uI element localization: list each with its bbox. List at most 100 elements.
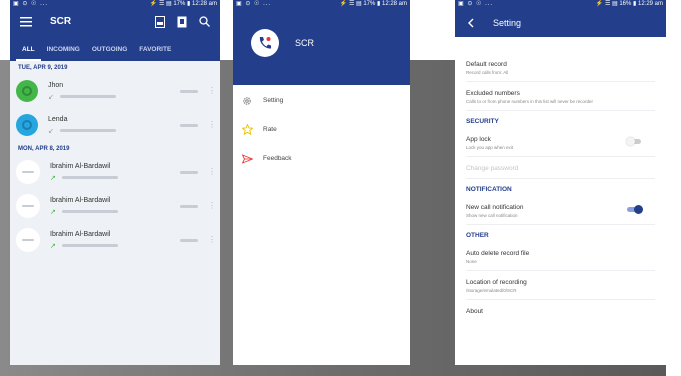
call-details-redacted: [61, 244, 118, 247]
outgoing-call-icon: ↗: [50, 208, 56, 216]
more-options-icon[interactable]: ⋮: [208, 202, 216, 210]
setting-title: Excluded numbers: [466, 90, 520, 97]
outgoing-call-icon: ↗: [50, 174, 56, 182]
setting-title: Auto delete record file: [466, 250, 530, 257]
tab-all[interactable]: ALL: [16, 46, 41, 61]
status-bar: ▣ ⊙ ☉ ... ⚡ ☰ ▤ 17% ▮ 12:28 am: [233, 0, 410, 8]
menu-item-label: Setting: [263, 97, 284, 104]
call-row[interactable]: Lenda ↙ ⋮: [10, 108, 220, 142]
avatar: [16, 114, 38, 136]
section-header-security: SECURITY: [466, 118, 499, 125]
call-duration-redacted: [180, 89, 198, 93]
contact-name: Lenda: [48, 115, 68, 123]
more-options-icon[interactable]: ⋮: [208, 87, 216, 95]
menu-item-feedback[interactable]: Feedback: [233, 144, 410, 173]
send-icon: [241, 153, 253, 164]
menu-item-label: Rate: [263, 126, 277, 133]
app-logo-icon: [251, 28, 279, 57]
gear-icon: [241, 96, 253, 106]
incoming-call-icon: ↙: [48, 93, 54, 101]
status-icons-right: ⚡ ☰ ▤ 16% ▮ 12:29 am: [595, 1, 663, 7]
call-row[interactable]: Ibrahim Al-Bardawil ↗ ⋮: [10, 155, 220, 189]
date-header: TUE, APR 9, 2019: [18, 65, 68, 71]
call-row[interactable]: Ibrahim Al-Bardawil ↗ ⋮: [10, 223, 220, 257]
call-details-redacted: [61, 176, 118, 179]
drawer-title: SCR: [295, 37, 315, 48]
menu-item-rate[interactable]: Rate: [233, 115, 410, 144]
sd-card-icon[interactable]: [174, 14, 190, 30]
status-icons-left: ▣ ⊙ ☉ ...: [13, 1, 49, 7]
setting-app-lock[interactable]: App lock Lock you app when exit: [466, 128, 655, 157]
call-details-redacted: [61, 210, 118, 213]
setting-change-password: Change password: [466, 157, 655, 179]
status-icons-right: ⚡ ☰ ▤ 17% ▮ 12:28 am: [149, 1, 217, 7]
back-arrow-icon[interactable]: [463, 15, 479, 31]
search-icon[interactable]: [196, 14, 212, 30]
tab-outgoing[interactable]: OUTGOING: [86, 46, 133, 61]
status-icons-left: ▣ ⊙ ☉ ...: [236, 1, 272, 7]
call-duration-redacted: [180, 204, 198, 208]
call-details-redacted: [59, 129, 116, 132]
call-row[interactable]: Jhon ↙ ⋮: [10, 74, 220, 108]
settings-screen: ▣ ⊙ ☉ ... ⚡ ☰ ▤ 16% ▮ 12:29 am Setting D…: [455, 0, 666, 365]
menu-icon[interactable]: [18, 14, 34, 30]
page-title: Setting: [493, 17, 522, 28]
call-details-redacted: [59, 95, 116, 98]
setting-title: About: [466, 308, 483, 315]
setting-subtitle: Calls to or from phone numbers in this l…: [466, 99, 594, 104]
app-bar: ▣ ⊙ ☉ ... ⚡ ☰ ▤ 17% ▮ 12:28 am SCR ALL I…: [10, 0, 220, 61]
status-icons-right: ⚡ ☰ ▤ 17% ▮ 12:28 am: [339, 1, 407, 7]
status-bar: ▣ ⊙ ☉ ... ⚡ ☰ ▤ 16% ▮ 12:29 am: [455, 0, 666, 8]
filter-tabs: ALL INCOMING OUTGOING FAVORITE: [10, 35, 220, 61]
call-duration-redacted: [180, 123, 198, 127]
tab-incoming[interactable]: INCOMING: [41, 46, 86, 61]
setting-location-of-recording[interactable]: Location of recording /storage/emulated/…: [466, 271, 655, 300]
star-icon: [241, 124, 253, 135]
document-icon[interactable]: [152, 14, 168, 30]
setting-subtitle: Lock you app when exit: [466, 145, 514, 150]
menu-item-setting[interactable]: Setting: [233, 86, 410, 115]
call-duration-redacted: [180, 238, 198, 242]
outgoing-call-icon: ↗: [50, 242, 56, 250]
menu-item-label: Feedback: [263, 155, 292, 162]
setting-subtitle: /storage/emulated/0/SCR: [466, 288, 517, 293]
more-options-icon[interactable]: ⋮: [208, 236, 216, 244]
setting-subtitle: None: [466, 259, 477, 264]
app-bar: ▣ ⊙ ☉ ... ⚡ ☰ ▤ 16% ▮ 12:29 am Setting: [455, 0, 666, 37]
setting-title: Default record: [466, 61, 507, 68]
avatar: [16, 228, 40, 252]
setting-auto-delete[interactable]: Auto delete record file None: [466, 242, 655, 271]
app-lock-toggle[interactable]: [626, 137, 641, 146]
section-header-notification: NOTIFICATION: [466, 186, 512, 193]
setting-new-call-notification[interactable]: New call notification Show new call noti…: [466, 196, 655, 225]
status-bar: ▣ ⊙ ☉ ... ⚡ ☰ ▤ 17% ▮ 12:28 am: [10, 0, 220, 8]
drawer-screen: ▣ ⊙ ☉ ... ⚡ ☰ ▤ 17% ▮ 12:28 am SCR Setti…: [233, 0, 410, 365]
setting-title: Location of recording: [466, 279, 527, 286]
call-row[interactable]: Ibrahim Al-Bardawil ↗ ⋮: [10, 189, 220, 223]
avatar: [16, 80, 38, 102]
setting-excluded-numbers[interactable]: Excluded numbers Calls to or from phone …: [466, 82, 655, 111]
drawer-header: ▣ ⊙ ☉ ... ⚡ ☰ ▤ 17% ▮ 12:28 am SCR: [233, 0, 410, 85]
incoming-call-icon: ↙: [48, 127, 54, 135]
contact-name: Ibrahim Al-Bardawil: [50, 230, 111, 238]
contact-name: Ibrahim Al-Bardawil: [50, 196, 111, 204]
app-title: SCR: [50, 16, 72, 27]
section-header-other: OTHER: [466, 232, 489, 239]
status-icons-left: ▣ ⊙ ☉ ...: [458, 1, 494, 7]
contact-name: Jhon: [48, 81, 64, 89]
avatar: [16, 160, 40, 184]
call-list-screen: ▣ ⊙ ☉ ... ⚡ ☰ ▤ 17% ▮ 12:28 am SCR ALL I…: [10, 0, 220, 365]
setting-subtitle: Show new call notification: [466, 213, 518, 218]
setting-default-record[interactable]: Default record Record calls from: All: [466, 53, 655, 82]
date-header: MON, APR 8, 2019: [18, 146, 70, 152]
more-options-icon[interactable]: ⋮: [208, 121, 216, 129]
tab-favorite[interactable]: FAVORITE: [133, 46, 177, 61]
setting-subtitle: Record calls from: All: [466, 70, 509, 75]
navigation-drawer: ▣ ⊙ ☉ ... ⚡ ☰ ▤ 17% ▮ 12:28 am SCR Setti…: [233, 0, 410, 365]
avatar: [16, 194, 40, 218]
setting-about[interactable]: About: [466, 300, 655, 321]
setting-title: Change password: [466, 165, 519, 172]
new-call-notification-toggle[interactable]: [627, 205, 643, 214]
more-options-icon[interactable]: ⋮: [208, 168, 216, 176]
call-duration-redacted: [180, 170, 198, 174]
